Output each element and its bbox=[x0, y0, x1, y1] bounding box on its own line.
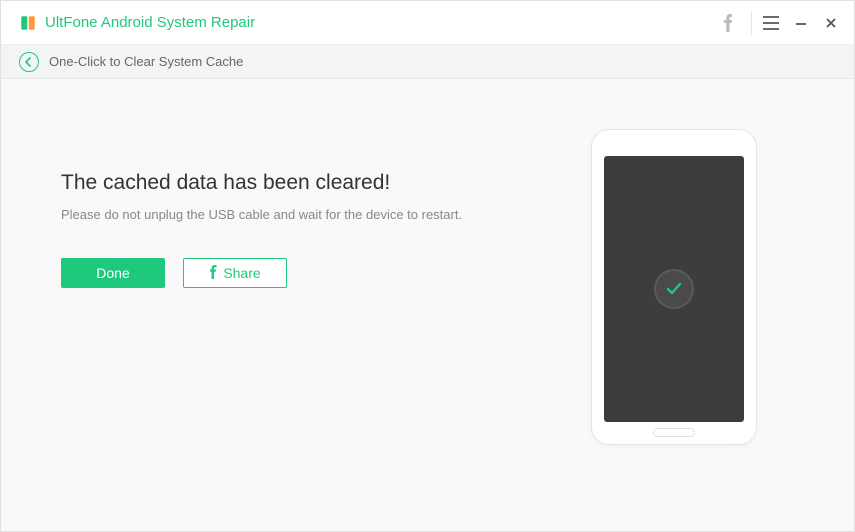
menu-icon[interactable] bbox=[756, 8, 786, 38]
phone-frame bbox=[591, 129, 757, 445]
minimize-button[interactable] bbox=[786, 8, 816, 38]
done-button[interactable]: Done bbox=[61, 258, 165, 288]
phone-home-button bbox=[653, 428, 695, 437]
app-window: UltFone Android System Repair One-Click … bbox=[0, 0, 855, 532]
phone-illustration bbox=[584, 129, 764, 445]
content-area: The cached data has been cleared! Please… bbox=[1, 79, 854, 531]
facebook-share-icon bbox=[209, 265, 217, 282]
done-button-label: Done bbox=[96, 265, 129, 281]
content-left: The cached data has been cleared! Please… bbox=[61, 129, 584, 288]
app-logo-icon bbox=[19, 14, 37, 32]
success-heading: The cached data has been cleared! bbox=[61, 171, 584, 195]
share-button-label: Share bbox=[223, 265, 260, 281]
breadcrumb-text: One-Click to Clear System Cache bbox=[49, 54, 243, 69]
titlebar: UltFone Android System Repair bbox=[1, 1, 854, 45]
phone-screen bbox=[604, 156, 744, 422]
back-button[interactable] bbox=[19, 52, 39, 72]
breadcrumb-bar: One-Click to Clear System Cache bbox=[1, 45, 854, 79]
success-subtext: Please do not unplug the USB cable and w… bbox=[61, 207, 584, 222]
checkmark-icon bbox=[654, 269, 694, 309]
separator bbox=[751, 11, 752, 35]
button-row: Done Share bbox=[61, 258, 584, 288]
titlebar-actions bbox=[713, 8, 846, 38]
app-title: UltFone Android System Repair bbox=[45, 14, 713, 31]
close-button[interactable] bbox=[816, 8, 846, 38]
facebook-icon[interactable] bbox=[713, 8, 743, 38]
share-button[interactable]: Share bbox=[183, 258, 287, 288]
